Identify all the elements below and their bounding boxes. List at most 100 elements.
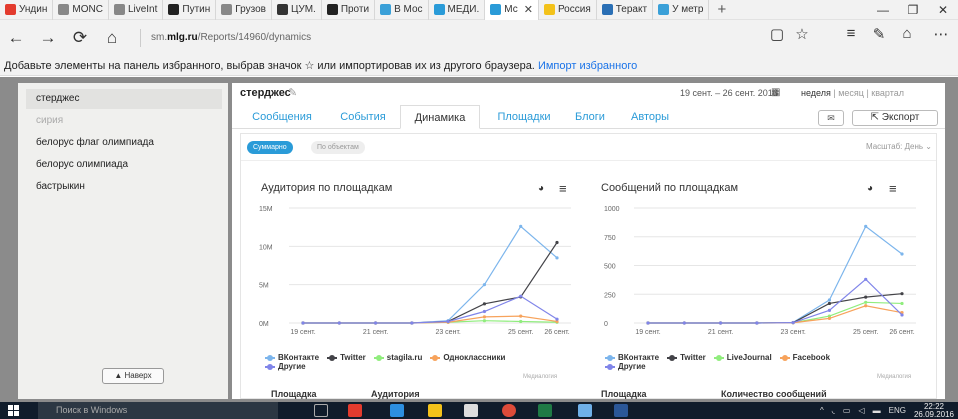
sidebar-item-sturges[interactable]: стерджес [26, 89, 222, 109]
tab-authors[interactable]: Авторы [624, 105, 676, 129]
battery-icon[interactable]: ▭ [843, 406, 851, 415]
browser-tab[interactable]: Мс ✕ [485, 0, 539, 20]
browser-tab[interactable]: Грузов [216, 0, 272, 20]
data-point [555, 240, 559, 245]
x-tick-label: 21 сент. [363, 329, 388, 336]
import-favorites-link[interactable]: Импорт избранного [538, 60, 637, 72]
tab-dynamics[interactable]: Динамика [400, 105, 480, 129]
browser-tab[interactable]: LiveInt [109, 0, 164, 20]
browser-tab[interactable]: Теракт [597, 0, 654, 20]
legend-item[interactable]: Twitter [667, 353, 706, 362]
data-point [827, 308, 832, 312]
legend-item[interactable]: stagila.ru [373, 353, 422, 362]
series-line [303, 225, 558, 324]
dark-square-icon [168, 4, 180, 15]
edit-pencil-icon[interactable]: ✎ [288, 86, 297, 99]
windows-start-icon[interactable] [8, 405, 20, 417]
hub-icon[interactable]: ≡ [838, 25, 864, 42]
browser-tab[interactable]: Ундин [0, 0, 54, 20]
browser-tab[interactable]: Россия [539, 0, 597, 20]
word-icon[interactable] [614, 404, 628, 417]
forward-arrow-icon[interactable]: → [32, 28, 64, 48]
windows-search-box[interactable]: Поиск в Windows [38, 402, 278, 419]
browser-tab[interactable]: ЦУМ. [272, 0, 322, 20]
address-bar[interactable]: sm.mlg.ru/Reports/14960/dynamics [140, 29, 311, 47]
volume-icon[interactable]: ◁ [858, 406, 864, 415]
legend-item[interactable]: ВКонтакте [265, 353, 319, 362]
task-view-icon[interactable] [314, 404, 328, 417]
tab-platforms[interactable]: Площадки [488, 105, 560, 129]
series-line [648, 305, 903, 324]
legend-item[interactable]: Другие [605, 362, 646, 371]
legend-item[interactable]: Twitter [327, 353, 366, 362]
data-point [755, 321, 759, 325]
share-icon[interactable]: ⌂ [894, 25, 920, 42]
legend-item[interactable]: LiveJournal [713, 353, 772, 362]
reading-view-icon[interactable]: ▢ [764, 25, 790, 43]
close-window-button[interactable]: ✕ [928, 0, 958, 20]
sidebar-item-belarus-olympics[interactable]: белорус олимпиада [26, 155, 222, 175]
excel-icon[interactable] [538, 404, 552, 417]
media-app-icon[interactable] [578, 404, 592, 417]
browser-tab[interactable]: МЕДИ. [429, 0, 486, 20]
calendar-icon[interactable]: ▦ [771, 87, 780, 98]
page-title: стерджес [240, 87, 291, 99]
pie-chart-icon[interactable]: ◕ [867, 183, 873, 194]
address-domain: mlg.ru [167, 32, 198, 43]
favorite-star-icon[interactable]: ☆ [789, 25, 815, 43]
browser-tab[interactable]: В Мос [375, 0, 429, 20]
toggle-by-object[interactable]: По объектам [311, 141, 365, 154]
export-button[interactable]: ⇱ Экспорт [852, 110, 938, 126]
web-note-icon[interactable]: ✎ [866, 25, 892, 43]
new-tab-button[interactable]: + [709, 1, 734, 18]
yandex-browser-icon[interactable] [348, 404, 362, 417]
file-explorer-icon[interactable] [428, 404, 442, 417]
chart-menu-icon[interactable]: ≡ [559, 181, 567, 196]
browser-tab[interactable]: Путин [163, 0, 217, 20]
minimize-button[interactable]: — [868, 0, 898, 20]
tab-blogs[interactable]: Блоги [570, 105, 610, 129]
scale-selector[interactable]: Масштаб: День ⌄ [866, 142, 932, 151]
edge-browser-icon[interactable] [390, 404, 404, 417]
browser-tab[interactable]: У метр [653, 0, 710, 20]
report-panel: стерджес ✎ 19 сент. – 26 сент. 2016 ▦ не… [232, 83, 945, 399]
network-icon[interactable]: ◟ [832, 406, 835, 415]
browser-tab-label: Путин [182, 4, 211, 15]
sidebar-item-bastrykin[interactable]: бастрыкин [26, 177, 222, 197]
browser-tab-label: Мс [504, 4, 518, 15]
date-range[interactable]: 19 сент. – 26 сент. 2016 [680, 88, 778, 98]
mlg-icon [433, 4, 445, 15]
sidebar-item-belarus-flag-olympics[interactable]: белорус флаг олимпиада [26, 133, 222, 153]
tab-messages[interactable]: Сообщения [246, 105, 318, 129]
legend-item[interactable]: ВКонтакте [605, 353, 659, 362]
close-tab-icon[interactable]: ✕ [524, 3, 533, 16]
data-point [864, 304, 868, 308]
pie-chart-icon[interactable]: ◕ [538, 183, 544, 194]
maximize-button[interactable]: ❐ [898, 0, 928, 20]
home-icon[interactable]: ⌂ [96, 28, 128, 48]
clock[interactable]: 22:22 26.09.2016 [914, 402, 954, 419]
language-indicator[interactable]: ENG [889, 406, 906, 415]
refresh-icon[interactable]: ⟳ [64, 28, 96, 48]
chart-menu-icon[interactable]: ≡ [889, 181, 897, 196]
more-icon[interactable]: ⋯ [928, 25, 954, 43]
browser-tab[interactable]: Проти [322, 0, 376, 20]
mail-button[interactable]: ✉ [818, 110, 844, 126]
chrome-icon[interactable] [502, 404, 516, 417]
store-icon[interactable] [464, 404, 478, 417]
notifications-icon[interactable]: ▬ [873, 406, 881, 415]
browser-tab[interactable]: MONC [53, 0, 109, 20]
scroll-up-button[interactable]: ▲ Наверх [102, 368, 164, 384]
chevron-up-icon[interactable]: ^ [820, 406, 824, 415]
legend-item[interactable]: Facebook [779, 353, 830, 362]
messages-line-chart: 0 250 500 750 1000 19 сент. 21 сент. 23 сент. 25… [604, 206, 916, 336]
legend-item[interactable]: Другие [265, 362, 306, 371]
period-week[interactable]: неделя [801, 88, 831, 98]
toggle-summary[interactable]: Суммарно [247, 141, 293, 154]
legend-item[interactable]: Одноклассники [430, 353, 505, 362]
data-point [410, 321, 414, 325]
sidebar-item-syria[interactable]: сирия [26, 111, 222, 131]
tab-events[interactable]: События [332, 105, 394, 129]
back-arrow-icon[interactable]: ← [0, 28, 32, 48]
period-other[interactable]: | месяц | квартал [833, 88, 904, 98]
